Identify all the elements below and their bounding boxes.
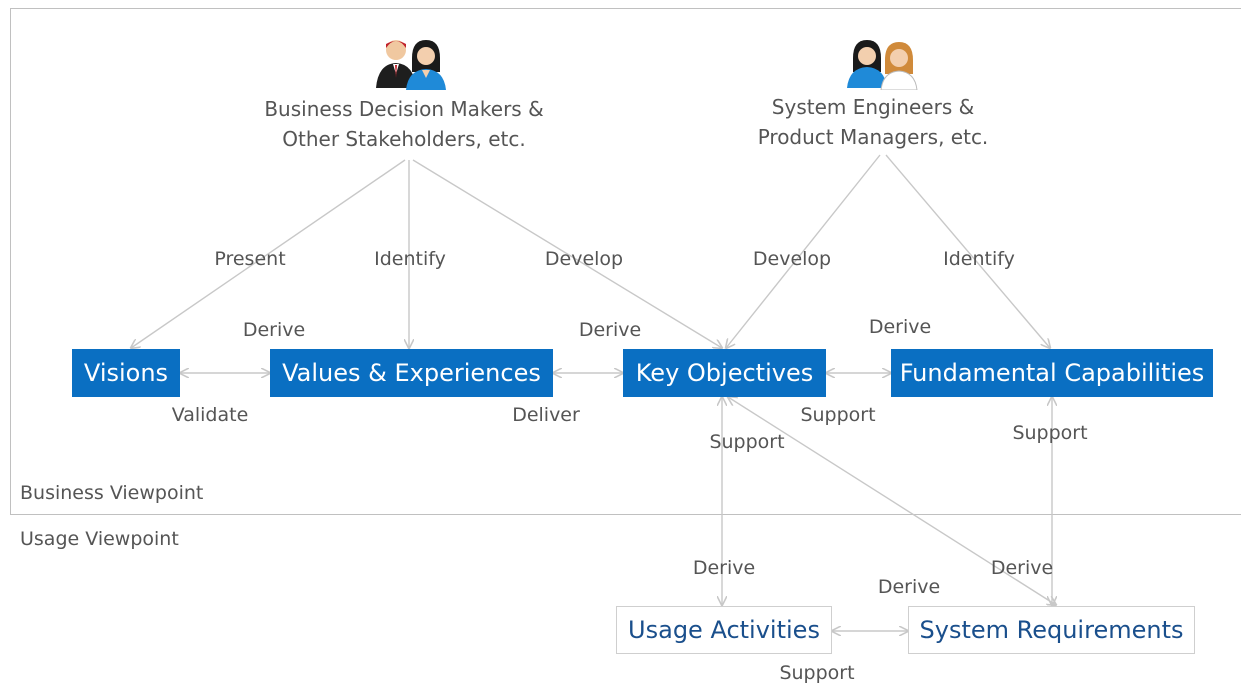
diagram-canvas: Business Viewpoint Usage Viewpoint Busin… [0,0,1241,685]
identify-capabilities-label: Identify [943,248,1015,270]
develop-engineering-label: Develop [752,248,832,270]
system-requirements-box: System Requirements [908,606,1195,654]
engineering-stakeholders-icon [847,40,918,90]
usage-activities-box: Usage Activities [616,606,832,654]
develop-business-label: Develop [544,248,624,270]
key-objectives-box: Key Objectives [623,349,826,397]
derive-objectives-capabilities-label: Derive [868,316,932,338]
engineering-stakeholders-label: System Engineers & Product Managers, etc… [758,92,989,152]
values-experiences-box: Values & Experiences [270,349,553,397]
visions-box: Visions [72,349,180,397]
validate-label: Validate [171,404,249,426]
connector-lines [0,154,1241,685]
support-objectives-capabilities-label: Support [800,404,876,426]
support-usage-requirements-label: Support [779,662,855,684]
derive-values-objectives-label: Derive [578,319,642,341]
business-stakeholders-line1: Business Decision Makers & [264,97,544,121]
present-label: Present [214,248,286,270]
derive-usage-requirements-label: Derive [877,576,941,598]
engineering-stakeholders-line2: Product Managers, etc. [757,125,989,149]
derive-visions-values-label: Derive [242,319,306,341]
identify-values-label: Identify [374,248,446,270]
support-usage-objectives-label: Support [709,431,785,453]
derive-system-requirements-label: Derive [990,557,1054,579]
deliver-label: Deliver [512,404,580,426]
derive-usage-activities-label: Derive [692,557,756,579]
support-capabilities-label: Support [1012,422,1088,444]
fundamental-capabilities-box: Fundamental Capabilities [891,349,1213,397]
business-stakeholders-line2: Other Stakeholders, etc. [282,127,526,151]
business-stakeholders-label: Business Decision Makers & Other Stakeho… [264,94,543,154]
engineering-stakeholders-line1: System Engineers & [771,95,975,119]
business-stakeholders-icon [376,40,446,90]
